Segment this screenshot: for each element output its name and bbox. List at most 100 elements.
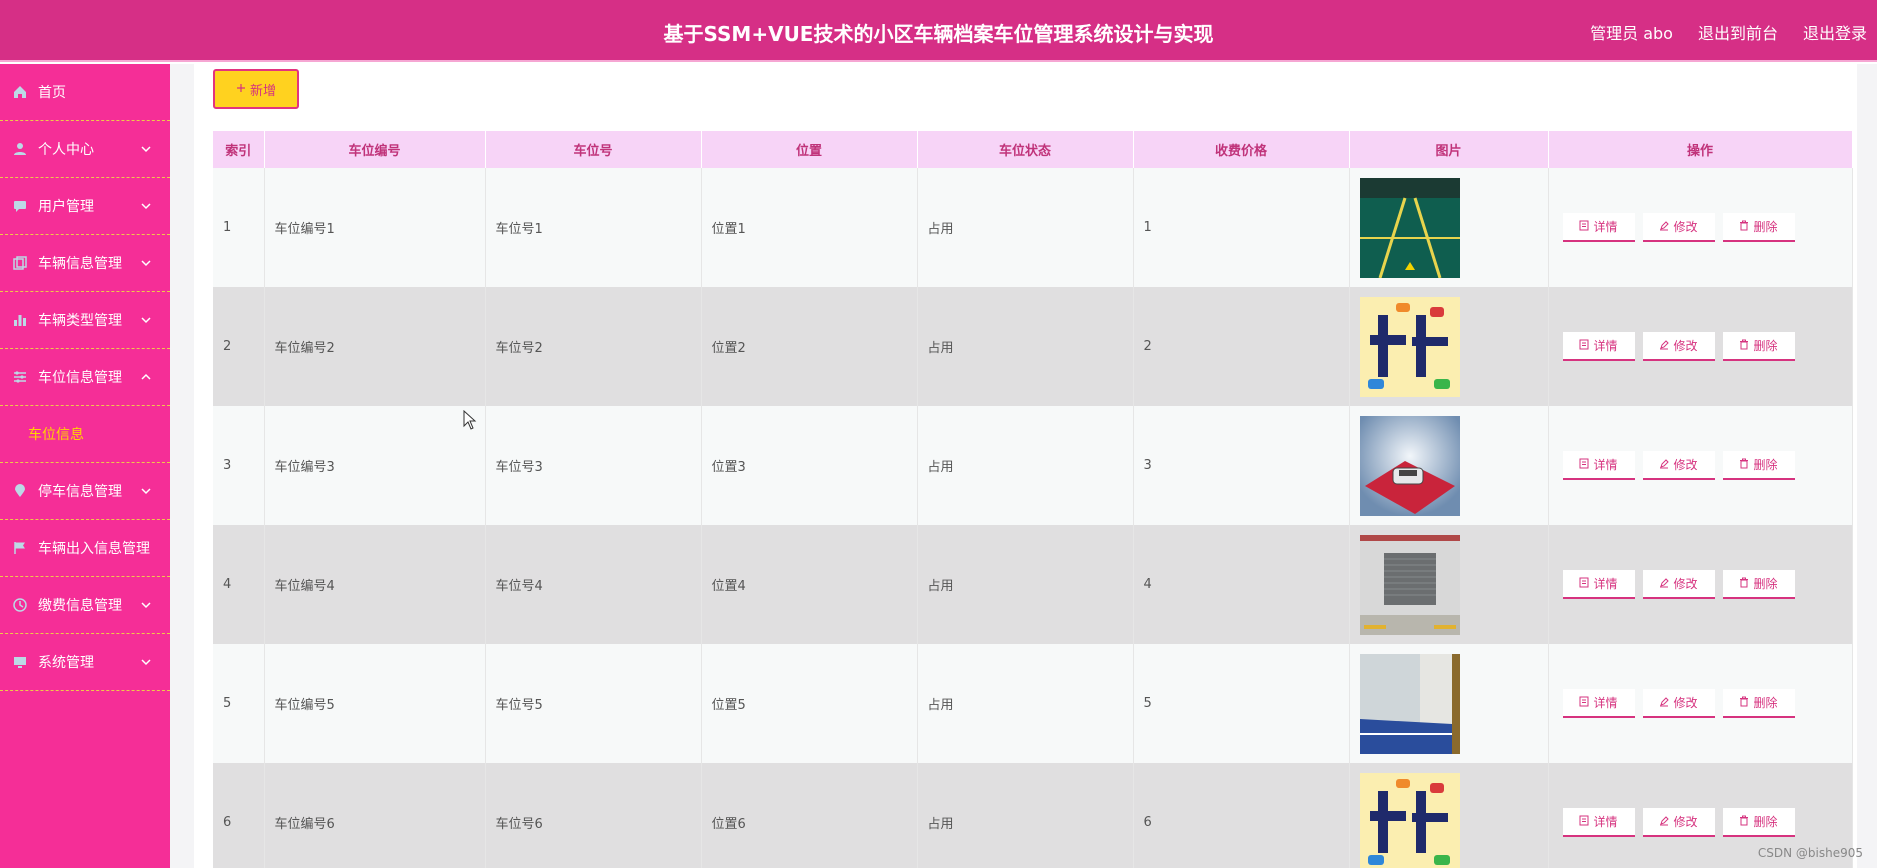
sidebar-item-home[interactable]: 首页 xyxy=(0,64,170,121)
edit-button[interactable]: 修改 xyxy=(1642,213,1715,242)
detail-button[interactable]: 详情 xyxy=(1562,570,1635,599)
delete-button[interactable]: 删除 xyxy=(1722,332,1795,361)
detail-button[interactable]: 详情 xyxy=(1562,332,1635,361)
sidebar-item-payment[interactable]: 缴费信息管理 xyxy=(0,577,170,634)
chevron-up-icon xyxy=(140,371,152,383)
edit-button[interactable]: 修改 xyxy=(1642,451,1715,480)
parking-photo-garage-blue-floor[interactable] xyxy=(1359,653,1460,754)
table-row[interactable]: 6 车位编号6 车位号6 位置6 占用 6 详情 修改 删除 xyxy=(213,763,1853,868)
sidebar-item-vehicle-access[interactable]: 车辆出入信息管理 xyxy=(0,520,170,577)
delete-button[interactable]: 删除 xyxy=(1722,570,1795,599)
sidebar-item-personal-center[interactable]: 个人中心 xyxy=(0,121,170,178)
cell-space-code: 车位编号2 xyxy=(264,287,486,406)
table-row[interactable]: 5 车位编号5 车位号5 位置5 占用 5 详情 修改 删除 xyxy=(213,644,1853,763)
detail-label: 详情 xyxy=(1593,220,1618,234)
chevron-down-icon xyxy=(140,656,152,668)
parking-photo-garage-gate[interactable] xyxy=(1359,534,1460,635)
detail-label: 详情 xyxy=(1593,815,1618,829)
parking-photo-chewei-poster[interactable] xyxy=(1359,296,1460,397)
parking-photo-parking-lot-green[interactable] xyxy=(1359,177,1460,278)
logout-link[interactable]: 退出登录 xyxy=(1803,20,1867,44)
sidebar-item-vehicle-type[interactable]: 车辆类型管理 xyxy=(0,292,170,349)
edit-label: 修改 xyxy=(1673,815,1698,829)
parking-photo-chewei-poster[interactable] xyxy=(1359,772,1460,868)
cell-location: 位置6 xyxy=(701,763,918,868)
edit-label: 修改 xyxy=(1673,458,1698,472)
sliders-icon xyxy=(12,369,28,385)
cell-image xyxy=(1349,644,1549,763)
sidebar-item-user-management[interactable]: 用户管理 xyxy=(0,178,170,235)
column-header-space-code[interactable]: 车位编号 xyxy=(264,131,486,168)
cell-space-number: 车位号5 xyxy=(485,644,702,763)
sidebar-item-system[interactable]: 系统管理 xyxy=(0,634,170,691)
chevron-down-icon xyxy=(140,143,152,155)
sidebar-item-label: 车辆信息管理 xyxy=(38,256,122,272)
delete-button[interactable]: 删除 xyxy=(1722,808,1795,837)
parking-space-table: 索引 车位编号 车位号 位置 车位状态 收费价格 图片 操作 1 车位编号1 车… xyxy=(213,131,1853,868)
cell-status: 占用 xyxy=(917,168,1134,287)
cell-space-number: 车位号2 xyxy=(485,287,702,406)
monitor-icon xyxy=(12,654,28,670)
detail-button[interactable]: 详情 xyxy=(1562,213,1635,242)
sidebar-item-vehicle-info[interactable]: 车辆信息管理 xyxy=(0,235,170,292)
parking-photo-car-snow[interactable] xyxy=(1359,415,1460,516)
delete-icon xyxy=(1739,815,1749,829)
edit-button[interactable]: 修改 xyxy=(1642,570,1715,599)
detail-button[interactable]: 详情 xyxy=(1562,689,1635,718)
admin-user-link[interactable]: 管理员 abo xyxy=(1590,20,1673,44)
table-row[interactable]: 4 车位编号4 车位号4 位置4 占用 4 详情 修改 删除 xyxy=(213,525,1853,644)
column-header-space-number[interactable]: 车位号 xyxy=(485,131,702,168)
edit-button[interactable]: 修改 xyxy=(1642,808,1715,837)
cell-location: 位置4 xyxy=(701,525,918,644)
exit-to-frontend-link[interactable]: 退出到前台 xyxy=(1698,20,1778,44)
table-row[interactable]: 3 车位编号3 车位号3 位置3 占用 3 详情 修改 删除 xyxy=(213,406,1853,525)
delete-button[interactable]: 删除 xyxy=(1722,689,1795,718)
copy-icon xyxy=(12,255,28,271)
cell-price: 4 xyxy=(1133,525,1350,644)
edit-icon xyxy=(1659,696,1670,710)
column-header-location[interactable]: 位置 xyxy=(701,131,918,168)
column-header-price[interactable]: 收费价格 xyxy=(1133,131,1350,168)
clock-icon xyxy=(12,597,28,613)
delete-icon xyxy=(1739,458,1749,472)
sidebar: 首页 个人中心 用户管理 车辆信息管理 车辆类型管理 车位信息管理 车位信息 停… xyxy=(0,64,170,868)
detail-label: 详情 xyxy=(1593,458,1618,472)
cell-price: 5 xyxy=(1133,644,1350,763)
cell-space-code: 车位编号3 xyxy=(264,406,486,525)
user-icon xyxy=(12,141,28,157)
message-icon xyxy=(12,198,28,214)
delete-button[interactable]: 删除 xyxy=(1722,451,1795,480)
column-header-image: 图片 xyxy=(1349,131,1549,168)
sidebar-item-label: 车辆出入信息管理 xyxy=(38,541,150,557)
cell-status: 占用 xyxy=(917,644,1134,763)
sidebar-item-parking-space[interactable]: 车位信息管理 xyxy=(0,349,170,406)
sidebar-item-label: 车位信息管理 xyxy=(38,370,122,386)
cell-space-code: 车位编号1 xyxy=(264,168,486,287)
edit-icon xyxy=(1659,220,1670,234)
cell-index: 2 xyxy=(213,287,265,406)
table-row[interactable]: 1 车位编号1 车位号1 位置1 占用 1 详情 修改 删除 xyxy=(213,168,1853,287)
chevron-down-icon xyxy=(140,485,152,497)
edit-button[interactable]: 修改 xyxy=(1642,332,1715,361)
sidebar-subitem-parking-info[interactable]: 车位信息 xyxy=(0,406,170,463)
add-button[interactable]: 新增 xyxy=(213,69,299,109)
delete-icon xyxy=(1739,339,1749,353)
column-header-index[interactable]: 索引 xyxy=(213,131,265,168)
cell-location: 位置5 xyxy=(701,644,918,763)
table-row[interactable]: 2 车位编号2 车位号2 位置2 占用 2 详情 修改 删除 xyxy=(213,287,1853,406)
sidebar-item-label: 停车信息管理 xyxy=(38,484,122,500)
home-icon xyxy=(12,84,28,100)
header-links: 管理员 abo 退出到前台 退出登录 xyxy=(1590,20,1867,44)
edit-button[interactable]: 修改 xyxy=(1642,689,1715,718)
delete-button[interactable]: 删除 xyxy=(1722,213,1795,242)
edit-label: 修改 xyxy=(1673,696,1698,710)
cell-status: 占用 xyxy=(917,763,1134,868)
sidebar-item-label: 缴费信息管理 xyxy=(38,598,122,614)
edit-icon xyxy=(1659,458,1670,472)
sidebar-item-label: 用户管理 xyxy=(38,199,94,215)
delete-label: 删除 xyxy=(1753,577,1778,591)
detail-button[interactable]: 详情 xyxy=(1562,451,1635,480)
column-header-status[interactable]: 车位状态 xyxy=(917,131,1134,168)
detail-button[interactable]: 详情 xyxy=(1562,808,1635,837)
sidebar-item-parking-record[interactable]: 停车信息管理 xyxy=(0,463,170,520)
